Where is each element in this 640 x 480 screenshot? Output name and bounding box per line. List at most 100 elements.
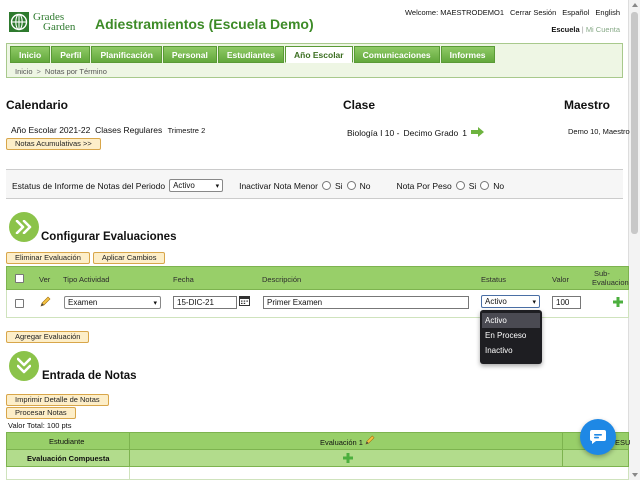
value-input[interactable]: 100 xyxy=(552,296,581,309)
school-year: Año Escolar 2021-22 xyxy=(11,125,91,135)
apply-changes-button[interactable]: Aplicar Cambios xyxy=(92,252,166,264)
table-row xyxy=(6,467,629,480)
app-title: Adiestramientos (Escuela Demo) xyxy=(95,16,314,32)
maestro-heading: Maestro xyxy=(564,98,611,112)
activity-type-select[interactable]: Examen ▾ xyxy=(64,296,161,309)
chevron-down-icon: ▾ xyxy=(532,298,536,306)
report-status-select[interactable]: Activo ▾ xyxy=(169,179,224,192)
calendar-icon[interactable] xyxy=(239,295,250,308)
logout-link[interactable]: Cerrar Sesión xyxy=(510,8,556,17)
weighted-yes-radio[interactable] xyxy=(455,181,465,190)
config-heading: Configurar Evaluaciones xyxy=(41,231,177,243)
my-account-link[interactable]: Mi Cuenta xyxy=(586,25,620,34)
chevron-down-icon: ▾ xyxy=(215,182,220,190)
tab-personal[interactable]: Personal xyxy=(162,46,217,63)
status-option-inactivo[interactable]: Inactivo xyxy=(482,343,540,358)
chat-support-button[interactable] xyxy=(580,419,616,455)
total-value: Valor Total: 100 pts xyxy=(8,421,72,430)
edit-pencil-icon[interactable] xyxy=(40,296,51,309)
tab-perfil[interactable]: Perfil xyxy=(51,46,91,63)
col-fecha: Fecha xyxy=(173,275,194,284)
composite-label: Evaluación Compuesta xyxy=(27,454,110,463)
chevron-right-icon[interactable] xyxy=(9,212,39,242)
inactivate-no-radio[interactable] xyxy=(346,181,356,190)
no-label: No xyxy=(359,180,371,191)
weighted-no-radio[interactable] xyxy=(480,181,490,190)
class-grade: Decimo Grado xyxy=(403,128,459,138)
date-input[interactable]: 15-DIC-21 xyxy=(173,296,237,309)
col-descripcion: Descripción xyxy=(262,275,302,284)
process-grades-button[interactable]: Procesar Notas xyxy=(6,407,76,419)
grades-garden-logo[interactable]: Grades Garden xyxy=(8,10,90,34)
next-class-arrow-icon[interactable] xyxy=(471,127,484,139)
col-tipo: Tipo Actividad xyxy=(63,275,110,284)
filter-bar: Estatus de Informe de Notas del Periodo … xyxy=(6,169,623,199)
account-links: Escuela | Mi Cuenta xyxy=(551,25,620,34)
add-evaluation-button[interactable]: Agregar Evaluación xyxy=(6,331,90,343)
chevron-down-icon[interactable] xyxy=(9,351,39,381)
evaluations-table-header: Ver Tipo Actividad Fecha Descripción Est… xyxy=(6,266,629,290)
scroll-down-icon[interactable] xyxy=(632,473,638,477)
clase-info: Biología I 10 - Decimo Grado 1 xyxy=(347,127,484,139)
breadcrumb-inicio[interactable]: Inicio xyxy=(15,67,33,76)
tab-planificacion[interactable]: Planificación xyxy=(91,46,162,63)
inactivate-lowest-label: Inactivar Nota Menor xyxy=(239,180,318,191)
lang-en-link[interactable]: English xyxy=(595,8,620,17)
grade-entry-heading: Entrada de Notas xyxy=(42,370,137,382)
status-select[interactable]: Activo ▾ xyxy=(481,295,540,308)
class-type: Clases Regulares xyxy=(95,125,163,135)
col-sub-2: Evaluacion xyxy=(592,278,629,287)
tab-ano-escolar[interactable]: Año Escolar xyxy=(285,46,353,63)
page-scrollbar[interactable] xyxy=(628,0,640,480)
print-grade-detail-button[interactable]: Imprimir Detalle de Notas xyxy=(6,394,109,406)
col-student: Estudiante xyxy=(49,437,85,446)
chevron-down-icon: ▾ xyxy=(153,299,157,307)
clase-heading: Clase xyxy=(343,98,376,112)
edit-evaluation-pencil-icon[interactable] xyxy=(365,435,375,447)
description-input[interactable]: Primer Examen xyxy=(263,296,469,309)
add-sub-evaluation-icon[interactable] xyxy=(613,297,623,309)
main-nav: Inicio Perfil Planificación Personal Est… xyxy=(6,43,623,78)
calendario-info: Año Escolar 2021-22 Clases Regulares Tri… xyxy=(11,125,205,135)
inactivate-yes-radio[interactable] xyxy=(322,181,331,190)
logo-globe-icon xyxy=(8,11,30,33)
chat-icon xyxy=(590,430,606,444)
row-checkbox[interactable] xyxy=(15,299,24,308)
term: Trimestre 2 xyxy=(167,126,206,135)
col-ver: Ver xyxy=(39,275,51,284)
school-link[interactable]: Escuela xyxy=(551,25,579,34)
add-composite-icon[interactable] xyxy=(343,453,353,465)
teacher-name: Demo 10, Maestro xyxy=(568,127,630,136)
breadcrumb-sep: > xyxy=(36,67,41,76)
select-all-checkbox[interactable] xyxy=(15,274,24,283)
scroll-up-icon[interactable] xyxy=(632,3,638,7)
nav-tabs: Inicio Perfil Planificación Personal Est… xyxy=(10,46,496,63)
class-name: Biología I 10 - xyxy=(347,128,400,138)
status-option-en-proceso[interactable]: En Proceso xyxy=(482,328,540,343)
col-sub: Sub- xyxy=(594,269,610,278)
col-cut: ESU xyxy=(615,438,631,447)
cumulative-grades-button[interactable]: Notas Acumulativas >> xyxy=(6,138,101,150)
tab-inicio[interactable]: Inicio xyxy=(10,46,51,63)
top-links: Welcome: MAESTRODEMO1 Cerrar Sesión Espa… xyxy=(405,8,620,17)
class-section: 1 xyxy=(462,128,467,138)
col-estatus: Estatus xyxy=(481,275,507,284)
status-dropdown-list: Activo En Proceso Inactivo xyxy=(480,310,542,364)
yes-label: Si xyxy=(468,180,477,191)
col-valor: Valor xyxy=(552,275,569,284)
breadcrumb: Inicio > Notas por Término xyxy=(15,67,107,76)
delete-evaluation-button[interactable]: Eliminar Evaluación xyxy=(6,252,90,264)
breadcrumb-current: Notas por Término xyxy=(44,67,107,76)
welcome-text: Welcome: MAESTRODEMO1 xyxy=(404,8,504,17)
lang-es-link[interactable]: Español xyxy=(562,8,589,17)
col-evaluation-1: Evaluación 1 xyxy=(320,438,363,447)
weighted-grade-label: Nota Por Peso xyxy=(396,180,452,191)
tab-informes[interactable]: Informes xyxy=(440,46,495,63)
status-option-activo[interactable]: Activo xyxy=(482,313,540,328)
scrollbar-thumb[interactable] xyxy=(631,12,638,234)
yes-label: Si xyxy=(335,180,343,191)
tab-comunicaciones[interactable]: Comunicaciones xyxy=(353,46,440,63)
tab-estudiantes[interactable]: Estudiantes xyxy=(217,46,284,63)
link-separator: | xyxy=(581,25,584,34)
logo-text: Grades Garden xyxy=(33,11,76,33)
